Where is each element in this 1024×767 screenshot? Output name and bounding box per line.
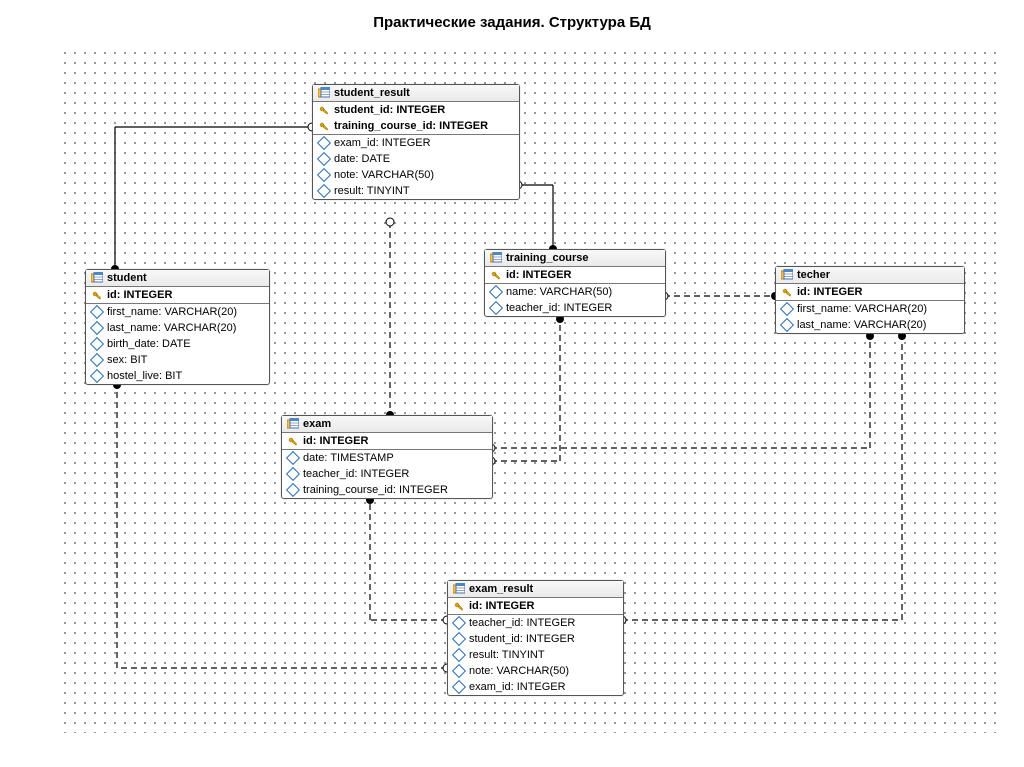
column: note: VARCHAR(50) bbox=[313, 167, 519, 183]
entity-name: exam bbox=[303, 418, 331, 430]
column: teacher_id: INTEGER bbox=[282, 466, 492, 482]
diamond-icon bbox=[90, 305, 104, 319]
key-icon bbox=[319, 121, 329, 131]
diamond-icon bbox=[286, 467, 300, 481]
pk-column: training_course_id: INTEGER bbox=[313, 118, 519, 134]
pk-group: id: INTEGER bbox=[776, 284, 964, 301]
pk-group: student_id: INTEGER training_course_id: … bbox=[313, 102, 519, 135]
entity-header: exam_result bbox=[448, 581, 623, 598]
column: note: VARCHAR(50) bbox=[448, 663, 623, 679]
pk-column: id: INTEGER bbox=[776, 284, 964, 300]
table-icon bbox=[318, 87, 330, 99]
diamond-icon bbox=[90, 321, 104, 335]
entity-name: exam_result bbox=[469, 583, 533, 595]
entity-header: training_course bbox=[485, 250, 665, 267]
column: date: TIMESTAMP bbox=[282, 450, 492, 466]
column: name: VARCHAR(50) bbox=[485, 284, 665, 300]
column: student_id: INTEGER bbox=[448, 631, 623, 647]
column: first_name: VARCHAR(20) bbox=[86, 304, 269, 320]
column: exam_id: INTEGER bbox=[313, 135, 519, 151]
diamond-icon bbox=[452, 648, 466, 662]
pk-group: id: INTEGER bbox=[485, 267, 665, 284]
diamond-icon bbox=[452, 616, 466, 630]
diamond-icon bbox=[90, 337, 104, 351]
page-title: Практические задания. Структура БД bbox=[0, 14, 1024, 31]
diamond-icon bbox=[452, 632, 466, 646]
diagram-page: Практические задания. Структура БД stude… bbox=[0, 0, 1024, 767]
column: date: DATE bbox=[313, 151, 519, 167]
key-icon bbox=[491, 270, 501, 280]
entity-techer[interactable]: techer id: INTEGERfirst_name: VARCHAR(20… bbox=[775, 266, 965, 334]
table-icon bbox=[781, 269, 793, 281]
pk-column: student_id: INTEGER bbox=[313, 102, 519, 118]
diamond-icon bbox=[317, 184, 331, 198]
column: result: TINYINT bbox=[448, 647, 623, 663]
diamond-icon bbox=[452, 680, 466, 694]
diamond-icon bbox=[452, 664, 466, 678]
column: exam_id: INTEGER bbox=[448, 679, 623, 695]
diamond-icon bbox=[317, 168, 331, 182]
entity-header: techer bbox=[776, 267, 964, 284]
diamond-icon bbox=[780, 318, 794, 332]
diamond-icon bbox=[317, 136, 331, 150]
entity-name: student bbox=[107, 272, 147, 284]
pk-group: id: INTEGER bbox=[86, 287, 269, 304]
entity-student_result[interactable]: student_result student_id: INTEGER train… bbox=[312, 84, 520, 200]
entity-student[interactable]: student id: INTEGERfirst_name: VARCHAR(2… bbox=[85, 269, 270, 385]
entity-header: student bbox=[86, 270, 269, 287]
entity-exam[interactable]: exam id: INTEGERdate: TIMESTAMPteacher_i… bbox=[281, 415, 493, 499]
column: teacher_id: INTEGER bbox=[485, 300, 665, 316]
diamond-icon bbox=[317, 152, 331, 166]
key-icon bbox=[782, 287, 792, 297]
pk-group: id: INTEGER bbox=[282, 433, 492, 450]
pk-column: id: INTEGER bbox=[485, 267, 665, 283]
pk-column: id: INTEGER bbox=[86, 287, 269, 303]
entity-training_course[interactable]: training_course id: INTEGERname: VARCHAR… bbox=[484, 249, 666, 317]
entity-header: student_result bbox=[313, 85, 519, 102]
key-icon bbox=[92, 290, 102, 300]
key-icon bbox=[288, 436, 298, 446]
table-icon bbox=[490, 252, 502, 264]
key-icon bbox=[319, 105, 329, 115]
column: birth_date: DATE bbox=[86, 336, 269, 352]
entity-header: exam bbox=[282, 416, 492, 433]
entity-exam_result[interactable]: exam_result id: INTEGERteacher_id: INTEG… bbox=[447, 580, 624, 696]
diamond-icon bbox=[489, 301, 503, 315]
pk-group: id: INTEGER bbox=[448, 598, 623, 615]
key-icon bbox=[454, 601, 464, 611]
diamond-icon bbox=[489, 285, 503, 299]
entity-name: training_course bbox=[506, 252, 589, 264]
diamond-icon bbox=[780, 302, 794, 316]
diamond-icon bbox=[90, 369, 104, 383]
table-icon bbox=[91, 272, 103, 284]
table-icon bbox=[453, 583, 465, 595]
pk-column: id: INTEGER bbox=[282, 433, 492, 449]
pk-column: id: INTEGER bbox=[448, 598, 623, 614]
column: teacher_id: INTEGER bbox=[448, 615, 623, 631]
column: sex: BIT bbox=[86, 352, 269, 368]
diamond-icon bbox=[286, 451, 300, 465]
column: result: TINYINT bbox=[313, 183, 519, 199]
column: last_name: VARCHAR(20) bbox=[86, 320, 269, 336]
entity-name: techer bbox=[797, 269, 830, 281]
table-icon bbox=[287, 418, 299, 430]
column: last_name: VARCHAR(20) bbox=[776, 317, 964, 333]
column: first_name: VARCHAR(20) bbox=[776, 301, 964, 317]
entity-name: student_result bbox=[334, 87, 410, 99]
column: training_course_id: INTEGER bbox=[282, 482, 492, 498]
diamond-icon bbox=[90, 353, 104, 367]
column: hostel_live: BIT bbox=[86, 368, 269, 384]
diamond-icon bbox=[286, 483, 300, 497]
